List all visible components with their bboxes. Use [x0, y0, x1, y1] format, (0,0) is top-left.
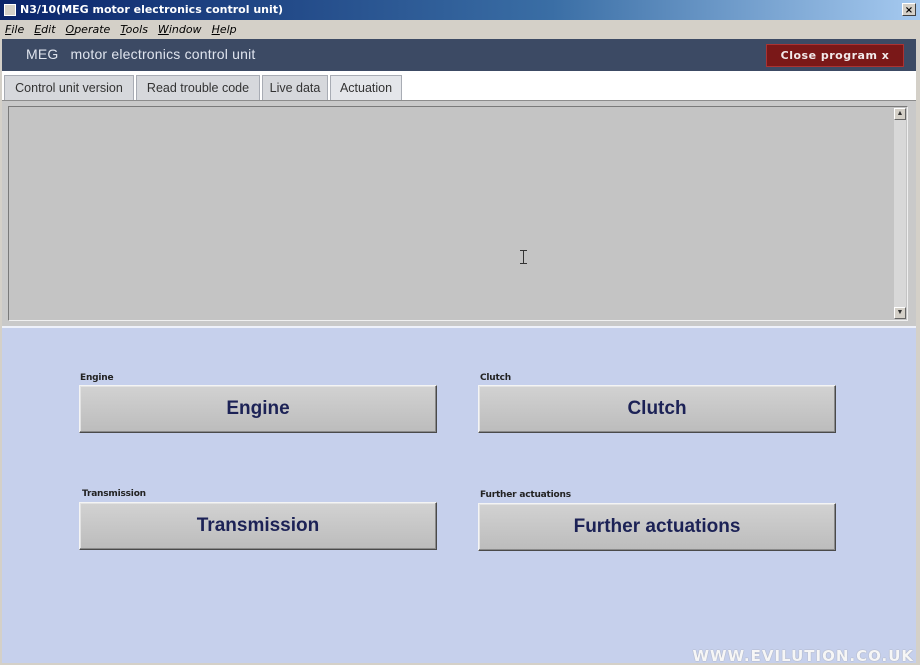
further-actuations-button[interactable]: Further actuations — [478, 503, 836, 551]
scroll-down-icon[interactable]: ▼ — [894, 307, 906, 319]
actuation-panel: Engine Engine Clutch Clutch Transmission… — [2, 326, 916, 663]
scroll-up-icon[interactable]: ▲ — [894, 108, 906, 120]
output-text-area[interactable]: ▲ ▼ — [8, 106, 908, 321]
transmission-button[interactable]: Transmission — [79, 502, 437, 550]
header-abbr: MEG — [26, 46, 59, 62]
window-close-button[interactable]: × — [902, 3, 916, 16]
tab-strip: Control unit version Read trouble code L… — [2, 71, 916, 100]
menu-bar: File Edit Operate Tools Window Help — [0, 20, 920, 39]
clutch-button[interactable]: Clutch — [478, 385, 836, 433]
menu-operate[interactable]: Operate — [61, 20, 116, 39]
vertical-scrollbar[interactable]: ▲ ▼ — [894, 108, 906, 319]
tab-live-data[interactable]: Live data — [262, 75, 328, 100]
further-actuations-group-label: Further actuations — [480, 490, 571, 500]
text-cursor-icon — [520, 250, 527, 264]
menu-file[interactable]: File — [0, 20, 29, 39]
menu-edit[interactable]: Edit — [29, 20, 60, 39]
tab-actuation[interactable]: Actuation — [330, 75, 402, 100]
menu-help[interactable]: Help — [207, 20, 242, 39]
engine-group-label: Engine — [80, 373, 114, 383]
window-title: N3/10(MEG motor electronics control unit… — [20, 3, 284, 16]
app-header: MEG motor electronics control unit Close … — [2, 39, 916, 71]
watermark: WWW.EVILUTION.CO.UK — [692, 647, 914, 665]
clutch-group-label: Clutch — [480, 373, 511, 383]
engine-button[interactable]: Engine — [79, 385, 437, 433]
tab-control-unit-version[interactable]: Control unit version — [4, 75, 134, 100]
app-window-icon[interactable] — [4, 4, 16, 16]
close-program-button[interactable]: Close program x — [766, 44, 904, 67]
header-title-text: motor electronics control unit — [70, 46, 256, 62]
menu-tools[interactable]: Tools — [115, 20, 153, 39]
tab-read-trouble-code[interactable]: Read trouble code — [136, 75, 260, 100]
header-title: MEG motor electronics control unit — [26, 46, 255, 62]
menu-window[interactable]: Window — [153, 20, 207, 39]
transmission-group-label: Transmission — [82, 489, 146, 499]
output-panel: ▲ ▼ — [2, 100, 916, 326]
title-bar: N3/10(MEG motor electronics control unit… — [0, 0, 920, 20]
